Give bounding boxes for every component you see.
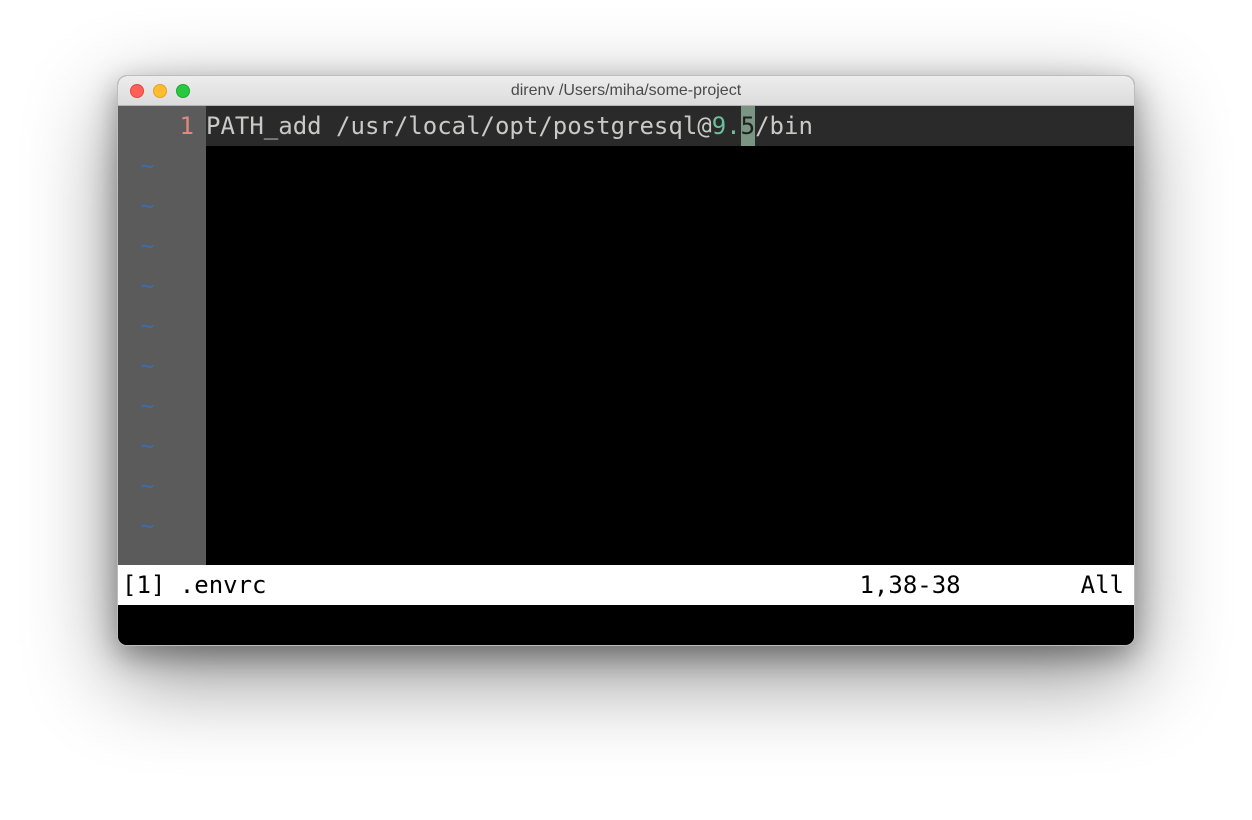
code-number-dot: . (726, 106, 740, 146)
empty-line-tilde: ~ (118, 506, 206, 546)
empty-line-tilde: ~ (118, 426, 206, 466)
code-text: PATH_add /usr/local/opt/postgresql@ (206, 106, 712, 146)
empty-line-tilde: ~ (118, 266, 206, 306)
close-icon[interactable] (130, 84, 144, 98)
empty-line-tilde: ~ (118, 466, 206, 506)
empty-line-tilde: ~ (118, 226, 206, 266)
cursor: 5 (741, 106, 755, 146)
traffic-lights (118, 84, 190, 98)
editor-area[interactable]: 1 ~~~~~~~~~~~ PATH_add /usr/local/opt/po… (118, 106, 1134, 565)
code-line[interactable]: PATH_add /usr/local/opt/postgresql@9.5/b… (206, 106, 1134, 146)
empty-line-tilde: ~ (118, 346, 206, 386)
status-bar: [1] .envrc 1,38-38 All (118, 565, 1134, 605)
status-filename: [1] .envrc (122, 571, 267, 599)
window-title: direnv /Users/miha/some-project (118, 82, 1134, 100)
titlebar[interactable]: direnv /Users/miha/some-project (118, 76, 1134, 106)
code-text-suffix: /bin (755, 106, 813, 146)
terminal-window: direnv /Users/miha/some-project 1 ~~~~~~… (117, 75, 1135, 646)
command-line-area[interactable] (118, 605, 1134, 645)
empty-line-tilde: ~ (118, 306, 206, 346)
gutter: 1 ~~~~~~~~~~~ (118, 106, 206, 565)
maximize-icon[interactable] (176, 84, 190, 98)
code-area[interactable]: PATH_add /usr/local/opt/postgresql@9.5/b… (206, 106, 1134, 565)
status-position: 1,38-38 (859, 571, 1080, 599)
empty-line-tilde: ~ (118, 146, 206, 186)
empty-line-tilde: ~ (118, 386, 206, 426)
code-number: 9 (712, 106, 726, 146)
minimize-icon[interactable] (153, 84, 167, 98)
status-scroll: All (1081, 571, 1130, 599)
empty-line-tilde: ~ (118, 186, 206, 226)
line-number: 1 (118, 106, 206, 146)
